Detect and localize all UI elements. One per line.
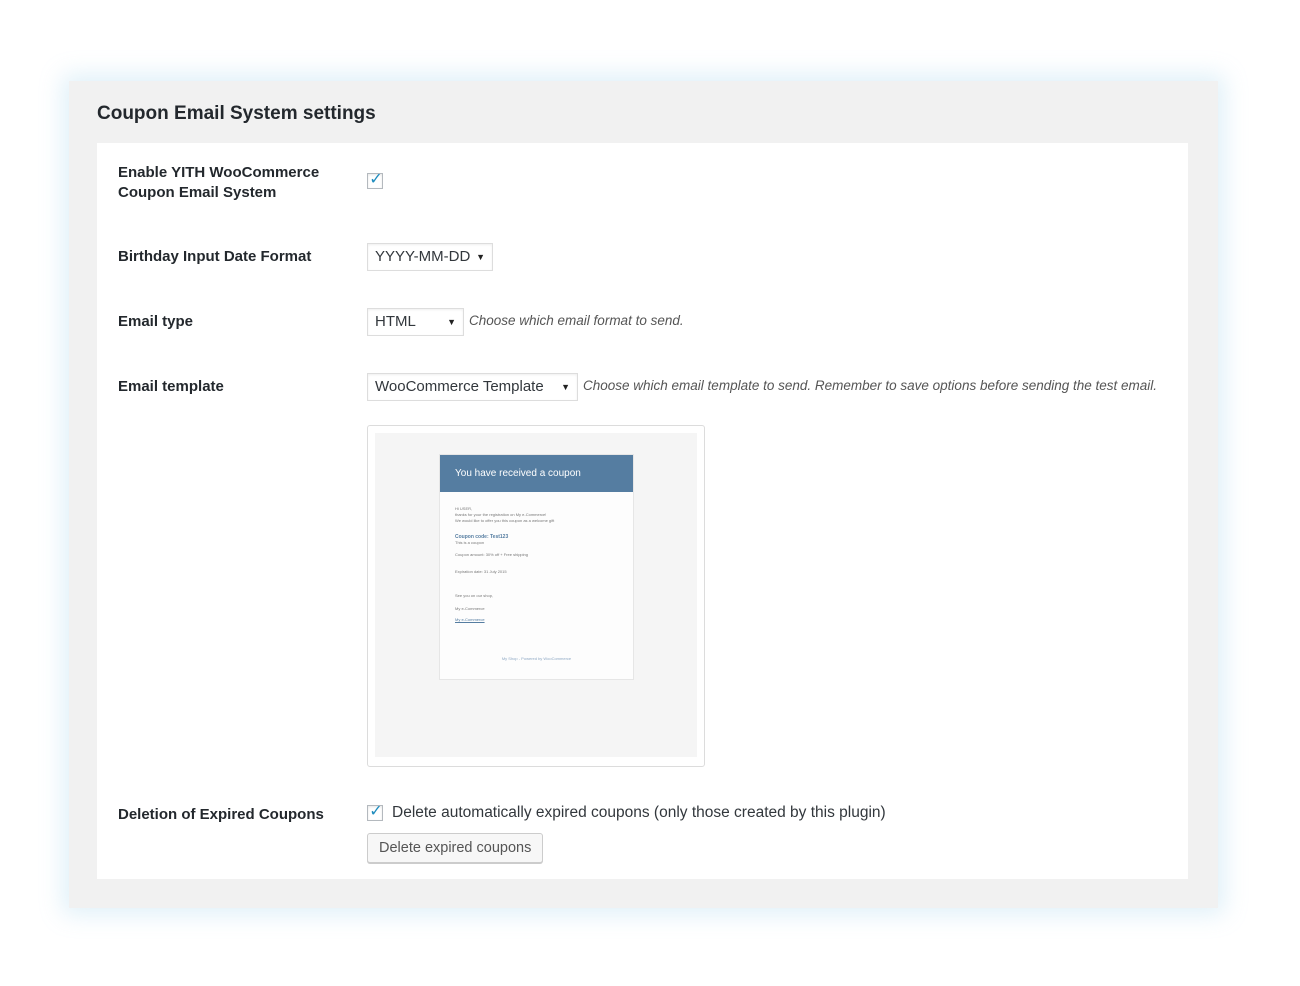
email-preview-shop-name: My e-Commerce (455, 606, 485, 611)
email-template-label: Email template (118, 378, 224, 395)
email-preview-footer: My Shop - Powered by WooCommerce (501, 656, 572, 661)
email-type-description: Choose which email format to send. (469, 313, 684, 328)
email-type-label: Email type (118, 313, 194, 330)
email-type-value: HTML (375, 313, 416, 330)
email-preview-see-you: See you on our shop, (455, 593, 494, 598)
email-preview-line2: We would like to offer you this coupon a… (455, 518, 555, 523)
enable-label-line2: Coupon Email System (118, 184, 277, 201)
email-preview-body: Hi USER, thanks for your the registratio… (440, 492, 633, 623)
birthday-format-label: Birthday Input Date Format (118, 248, 312, 265)
page-title: Coupon Email System settings (97, 103, 376, 124)
email-preview-header: You have received a coupon (440, 455, 633, 492)
enable-label-line1: Enable YITH WooCommerce (118, 164, 320, 181)
checkmark-icon: ✓ (369, 803, 383, 820)
preview-background: You have received a coupon Hi USER, than… (375, 433, 697, 757)
email-template-preview: You have received a coupon Hi USER, than… (367, 425, 705, 767)
birthday-format-value: YYYY-MM-DD (375, 248, 471, 265)
delete-expired-checkbox-label[interactable]: Delete automatically expired coupons (on… (392, 803, 886, 823)
email-type-select[interactable]: HTML ▼ (367, 308, 464, 336)
caret-down-icon: ▼ (561, 382, 570, 392)
email-preview-coupon-note: This is a coupon (455, 540, 485, 545)
delete-expired-coupons-button[interactable]: Delete expired coupons (367, 833, 544, 863)
settings-wrapper: Coupon Email System settings Enable YITH… (69, 81, 1218, 908)
email-preview-card: You have received a coupon Hi USER, than… (439, 454, 634, 680)
birthday-format-select[interactable]: YYYY-MM-DD ▼ (367, 243, 493, 271)
caret-down-icon: ▼ (447, 317, 456, 327)
email-template-select[interactable]: WooCommerce Template ▼ (367, 373, 578, 401)
enable-label: Enable YITH WooCommerce Coupon Email Sys… (118, 163, 319, 203)
email-template-value: WooCommerce Template (375, 378, 544, 395)
checkmark-icon: ✓ (369, 171, 383, 188)
deletion-label: Deletion of Expired Coupons (118, 806, 324, 823)
email-preview-shop-link: My e-Commerce (455, 617, 485, 622)
caret-down-icon: ▼ (476, 252, 485, 262)
email-template-description: Choose which email template to send. Rem… (583, 378, 1158, 393)
settings-panel: Enable YITH WooCommerce Coupon Email Sys… (97, 143, 1188, 879)
email-preview-coupon-amount: Coupon amount: 30% off + Free shipping (455, 552, 528, 557)
delete-expired-checkbox[interactable]: ✓ (367, 803, 383, 821)
enable-checkbox[interactable]: ✓ (367, 171, 383, 189)
email-preview-expiration: Expiration date: 31 July 2015 (455, 569, 507, 574)
